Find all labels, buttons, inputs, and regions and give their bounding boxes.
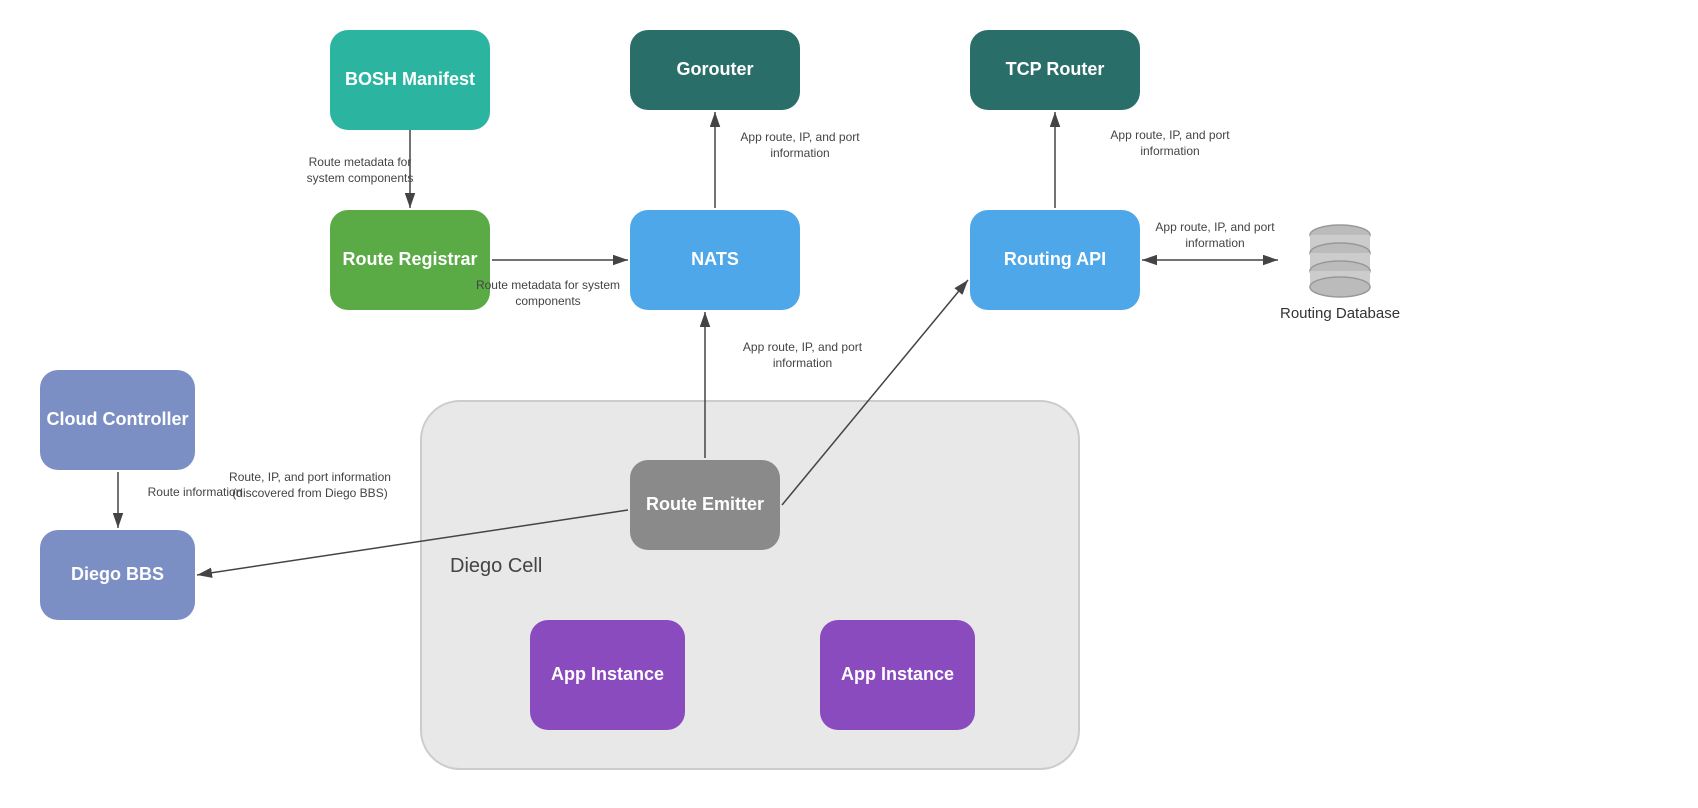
routing-api-node: Routing API xyxy=(970,210,1140,310)
route-emitter-node: Route Emitter xyxy=(630,460,780,550)
label-routing-api-db: App route, IP, and port information xyxy=(1150,220,1280,251)
nats-node: NATS xyxy=(630,210,800,310)
app-instance-1-node: App Instance xyxy=(530,620,685,730)
database-icon xyxy=(1305,220,1375,300)
bosh-manifest-node: BOSH Manifest xyxy=(330,30,490,130)
diagram-container: Diego Cell BOSH Manifest xyxy=(0,0,1698,808)
gorouter-node: Gorouter xyxy=(630,30,800,110)
diego-cell-label: Diego Cell xyxy=(450,555,542,578)
diego-cell-container xyxy=(420,400,1080,770)
label-bosh-to-registrar: Route metadata for system components xyxy=(295,155,425,186)
cloud-controller-node: Cloud Controller xyxy=(40,370,195,470)
label-route-emitter-diego-bbs: Route, IP, and port information (discove… xyxy=(220,470,400,501)
label-registrar-to-nats: Route metadata for system components xyxy=(468,278,628,309)
label-route-emitter-nats: App route, IP, and port information xyxy=(720,340,885,371)
app-instance-2-node: App Instance xyxy=(820,620,975,730)
label-routing-api-tcp: App route, IP, and port information xyxy=(1090,128,1250,159)
label-nats-to-gorouter: App route, IP, and port information xyxy=(720,130,880,161)
diego-bbs-node: Diego BBS xyxy=(40,530,195,620)
routing-database-node: Routing Database xyxy=(1280,220,1400,322)
tcp-router-node: TCP Router xyxy=(970,30,1140,110)
routing-database-label: Routing Database xyxy=(1280,305,1400,322)
route-registrar-node: Route Registrar xyxy=(330,210,490,310)
